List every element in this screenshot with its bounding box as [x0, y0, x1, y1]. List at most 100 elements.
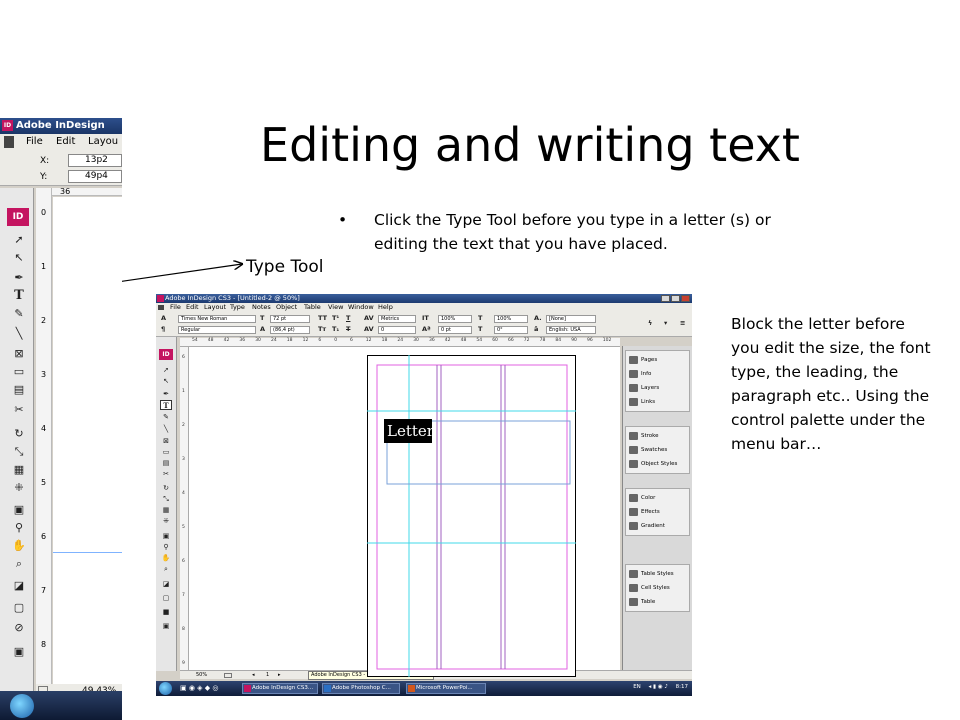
prev-page-icon[interactable]: ◂	[252, 671, 255, 680]
menu-layout[interactable]: Layout	[204, 303, 226, 312]
scale-tool-icon[interactable]: ⤡	[160, 494, 172, 504]
pen-tool-icon[interactable]: ✒	[10, 270, 28, 286]
lightning-icon[interactable]: ϟ	[648, 319, 652, 327]
button-tool-icon[interactable]: ▤	[160, 458, 172, 468]
type-tool-icon[interactable]: T	[160, 400, 172, 410]
maximize-button[interactable]	[671, 295, 680, 302]
language-field[interactable]: English: USA	[546, 326, 596, 334]
direct-selection-tool-icon[interactable]: ↖	[10, 250, 28, 266]
rectangle-frame-tool-icon[interactable]: ⊠	[160, 436, 172, 446]
document-page[interactable]	[367, 355, 576, 677]
zoom-tool-icon[interactable]: ⌕	[10, 556, 28, 572]
gradient-tool-icon[interactable]: ▦	[160, 505, 172, 515]
taskbar-item-indesign[interactable]: Adobe InDesign CS3...	[242, 683, 318, 694]
panel-item-table-styles[interactable]: Table Styles	[629, 568, 689, 580]
menu-layout[interactable]: Layou	[88, 134, 118, 150]
zoom-tool-icon[interactable]: ⌕	[160, 564, 172, 574]
panel-item-table[interactable]: Table	[629, 596, 689, 608]
menu-notes[interactable]: Notes	[252, 303, 271, 312]
rotate-tool-icon[interactable]: ↻	[160, 483, 172, 493]
menu-edit[interactable]: Edit	[186, 303, 199, 312]
tray-icons[interactable]: ◂ ▮ ◉ ♪	[649, 684, 668, 690]
fill-stroke-icon[interactable]: ◪	[160, 579, 172, 589]
pencil-tool-icon[interactable]: ✎	[10, 306, 28, 322]
menu-type[interactable]: Type	[230, 303, 245, 312]
windows-start-button[interactable]	[159, 682, 172, 695]
rectangle-frame-tool-icon[interactable]: ⊠	[10, 346, 28, 362]
windows-start-button[interactable]	[10, 694, 34, 718]
panel-item-object-styles[interactable]: Object Styles	[629, 458, 689, 470]
view-mode-icon[interactable]: ▣	[10, 644, 28, 660]
panel-item-effects[interactable]: Effects	[629, 506, 689, 518]
menu-object[interactable]: Object	[276, 303, 297, 312]
panel-item-cell-styles[interactable]: Cell Styles	[629, 582, 689, 594]
scissors-tool-icon[interactable]: ✂	[160, 469, 172, 479]
hand-tool-icon[interactable]: ✋	[10, 538, 28, 554]
free-transform-tool-icon[interactable]: ⁜	[160, 516, 172, 526]
horizontal-scale-field[interactable]: 100%	[494, 315, 528, 323]
all-caps-button[interactable]: TT	[318, 314, 327, 322]
apply-color-icon[interactable]: ■	[160, 607, 172, 617]
font-style-field[interactable]: Regular	[178, 326, 256, 334]
line-tool-icon[interactable]: ╲	[10, 326, 28, 342]
menu-file[interactable]: File	[26, 134, 43, 150]
free-transform-tool-icon[interactable]: ⁜	[10, 480, 28, 496]
eyedropper-tool-icon[interactable]: ⚲	[10, 520, 28, 536]
document-menu-icon[interactable]	[4, 136, 14, 148]
pen-tool-icon[interactable]: ✒	[160, 389, 172, 399]
panel-item-stroke[interactable]: Stroke	[629, 430, 689, 442]
paragraph-mode-icon[interactable]: ¶	[161, 325, 165, 333]
subscript-button[interactable]: T₁	[332, 325, 339, 333]
formatting-icon[interactable]: ▢	[160, 593, 172, 603]
scale-tool-icon[interactable]: ⤡	[10, 444, 28, 460]
tracking-field[interactable]: 0	[378, 326, 416, 334]
fill-stroke-icon[interactable]: ◪	[10, 578, 28, 594]
formatting-icon[interactable]: ▢	[10, 600, 28, 616]
direct-selection-tool-icon[interactable]: ↖	[160, 376, 172, 386]
left-canvas[interactable]	[53, 197, 122, 687]
quick-launch-icons[interactable]: ▣ ◉ ◈ ◆ ◎	[180, 684, 219, 692]
document-menu-icon[interactable]	[158, 305, 164, 310]
small-caps-button[interactable]: Tт	[318, 325, 326, 333]
tray-language[interactable]: EN	[633, 684, 641, 690]
character-style-field[interactable]: [None]	[546, 315, 596, 323]
menu-edit[interactable]: Edit	[56, 134, 75, 150]
x-field[interactable]: 13p2	[68, 154, 122, 167]
next-page-icon[interactable]: ▸	[278, 671, 281, 680]
rectangle-tool-icon[interactable]: ▭	[160, 447, 172, 457]
strikethrough-button[interactable]: T	[346, 325, 350, 333]
font-size-field[interactable]: 72 pt	[270, 315, 310, 323]
panel-item-layers[interactable]: Layers	[629, 382, 689, 394]
panel-item-info[interactable]: Info	[629, 368, 689, 380]
view-mode-icon[interactable]: ▣	[160, 621, 172, 631]
character-mode-icon[interactable]: A	[161, 314, 166, 322]
leading-field[interactable]: (86,4 pt)	[270, 326, 310, 334]
menu-table[interactable]: Table	[304, 303, 321, 312]
underline-button[interactable]: T	[346, 314, 350, 322]
eyedropper-tool-icon[interactable]: ⚲	[160, 542, 172, 552]
minimize-button[interactable]	[661, 295, 670, 302]
taskbar-item-powerpoint[interactable]: Microsoft PowerPoi...	[406, 683, 486, 694]
close-button[interactable]	[681, 295, 690, 302]
apply-none-icon[interactable]: ⊘	[10, 620, 28, 636]
selected-letter-text[interactable]: Letter	[384, 419, 434, 443]
type-tool-icon[interactable]: T	[10, 288, 28, 304]
panel-item-gradient[interactable]: Gradient	[629, 520, 689, 532]
zoom-dropdown-icon[interactable]	[224, 673, 232, 678]
rotate-tool-icon[interactable]: ↻	[10, 426, 28, 442]
line-tool-icon[interactable]: ╲	[160, 424, 172, 434]
menu-file[interactable]: File	[170, 303, 181, 312]
panel-item-links[interactable]: Links	[629, 396, 689, 408]
palette-options-icon[interactable]: ≡	[680, 319, 685, 327]
menu-window[interactable]: Window	[348, 303, 374, 312]
button-tool-icon[interactable]: ▤	[10, 382, 28, 398]
panel-item-color[interactable]: Color	[629, 492, 689, 504]
selection-tool-icon[interactable]: ➚	[10, 232, 28, 248]
baseline-shift-field[interactable]: 0 pt	[438, 326, 472, 334]
note-tool-icon[interactable]: ▣	[10, 502, 28, 518]
skew-field[interactable]: 0°	[494, 326, 528, 334]
zoom-level[interactable]: 50%	[196, 671, 207, 680]
taskbar-item-photoshop[interactable]: Adobe Photoshop C...	[322, 683, 400, 694]
rectangle-tool-icon[interactable]: ▭	[10, 364, 28, 380]
kerning-field[interactable]: Metrics	[378, 315, 416, 323]
